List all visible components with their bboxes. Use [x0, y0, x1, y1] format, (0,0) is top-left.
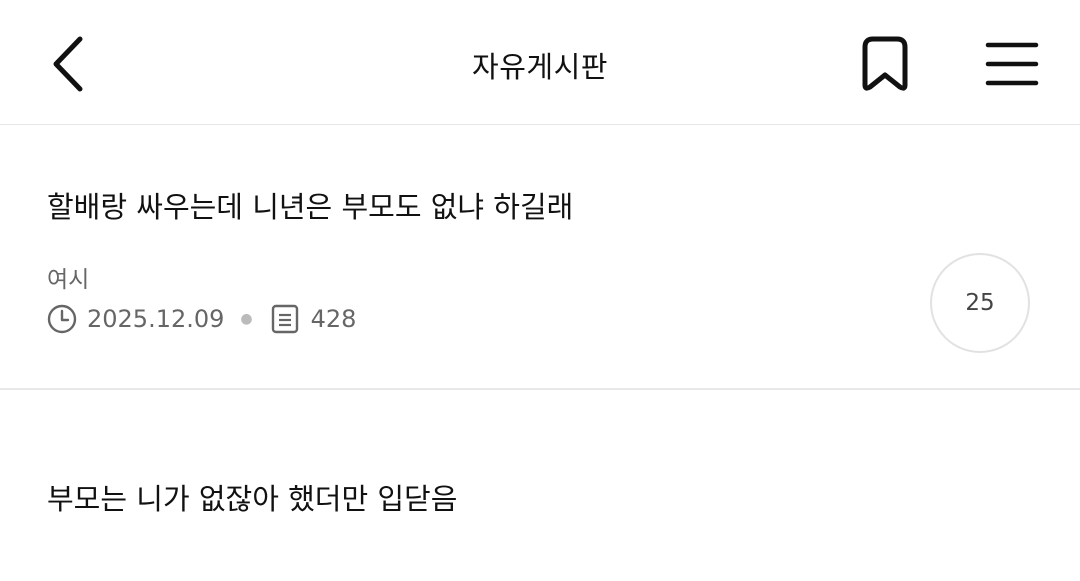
- post-item[interactable]: 할배랑 싸우는데 니년은 부모도 없냐 하길래 여시 2025.12.09 ● …: [0, 126, 1080, 390]
- post-meta: 2025.12.09 ● 428: [46, 303, 356, 335]
- clock-icon: [46, 303, 78, 335]
- post-author: 여시: [47, 267, 90, 293]
- post-title[interactable]: 할배랑 싸우는데 니년은 부모도 없냐 하길래: [47, 184, 573, 226]
- bookmark-icon: [862, 36, 908, 91]
- post-item[interactable]: 부모는 니가 없잖아 했더만 입닫음: [0, 392, 1080, 581]
- post-date: 2025.12.09: [87, 305, 225, 333]
- post-views: 428: [310, 305, 357, 333]
- hamburger-menu-icon: [985, 42, 1039, 86]
- document-views-icon: [269, 303, 301, 335]
- bookmark-button[interactable]: [850, 28, 920, 100]
- app-header: 자유게시판: [0, 0, 1080, 125]
- comment-count-badge[interactable]: 25: [930, 253, 1030, 353]
- meta-separator-dot-icon: ●: [240, 311, 253, 327]
- post-title[interactable]: 부모는 니가 없잖아 했더만 입닫음: [47, 476, 457, 518]
- menu-button[interactable]: [976, 28, 1048, 100]
